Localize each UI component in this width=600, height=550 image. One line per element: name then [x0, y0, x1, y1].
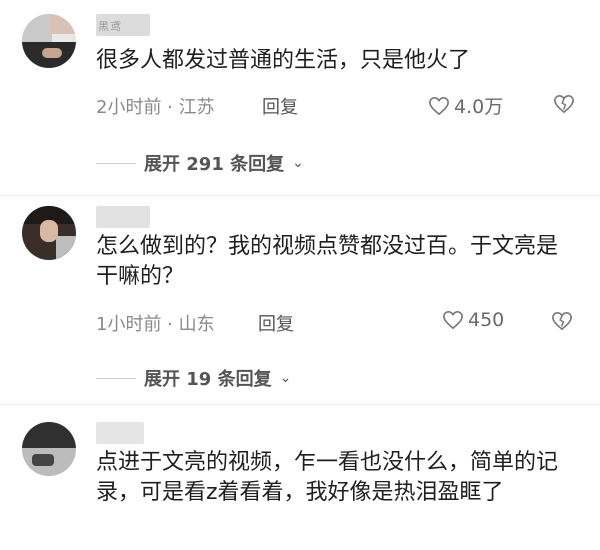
expand-replies-button[interactable]: 展开 291 条回复 ⌄: [96, 150, 304, 176]
expand-replies-label: 展开 291 条回复: [144, 154, 285, 175]
username[interactable]: [96, 206, 150, 228]
broken-heart-icon: [552, 311, 572, 331]
username[interactable]: 黑鸢: [96, 14, 150, 36]
expand-replies-button[interactable]: 展开 19 条回复 ⌄: [96, 365, 291, 391]
heart-outline-icon: [429, 96, 449, 115]
avatar[interactable]: [22, 14, 76, 68]
like-count: 450: [468, 309, 505, 331]
comment-meta: 2小时前 · 江苏: [96, 97, 215, 118]
divider-line: [96, 162, 136, 164]
like-button[interactable]: 4.0万: [428, 92, 503, 119]
dislike-button[interactable]: [551, 311, 573, 331]
heart-outline-icon: [443, 310, 463, 330]
separator: [0, 404, 600, 405]
avatar[interactable]: [22, 206, 76, 260]
username-label: 黑鸢: [98, 20, 122, 33]
comment-2: 怎么做到的？我的视频点赞都没过百。于文亮是干嘛的？ 1小时前 · 山东 回复 4…: [0, 200, 600, 400]
chevron-down-icon: ⌄: [292, 155, 304, 171]
username[interactable]: [96, 422, 144, 444]
comment-text: 点进于文亮的视频，乍一看也没什么，简单的记录，可是看z着看着，我好像是热泪盈眶了: [96, 450, 559, 505]
like-button[interactable]: 450: [442, 309, 504, 331]
dislike-button[interactable]: [553, 94, 575, 114]
reply-button[interactable]: 回复: [258, 310, 294, 336]
comment-3: 点进于文亮的视频，乍一看也没什么，简单的记录，可是看z着看着，我好像是热泪盈眶了: [0, 410, 600, 550]
reply-button[interactable]: 回复: [262, 93, 298, 119]
divider-line: [96, 377, 136, 379]
comment-meta: 1小时前 · 山东: [96, 314, 215, 335]
comment-text: 怎么做到的？我的视频点赞都没过百。于文亮是干嘛的？: [96, 234, 559, 289]
comment-1: 黑鸢 很多人都发过普通的生活，只是他火了 2小时前 · 江苏 回复 4.0万 展…: [0, 0, 600, 175]
separator: [0, 195, 600, 196]
comment-text: 很多人都发过普通的生活，只是他火了: [96, 48, 471, 73]
avatar[interactable]: [22, 422, 76, 476]
broken-heart-icon: [554, 94, 574, 114]
like-count: 4.0万: [454, 96, 504, 118]
chevron-down-icon: ⌄: [279, 370, 292, 386]
expand-replies-label: 展开 19 条回复: [144, 369, 272, 390]
